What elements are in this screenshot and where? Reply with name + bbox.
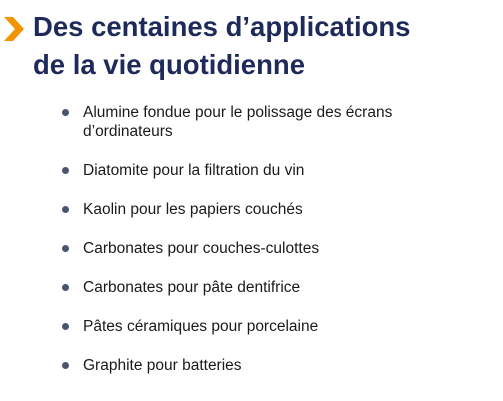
bullet-item-carbonates-dentifrice: Carbonates pour pâte dentifrice [62, 278, 482, 297]
slide-title-line-2: de la vie quotidienne [33, 49, 305, 80]
slide-title-line-1: Des centaines d’applications [33, 11, 411, 42]
bullet-item-graphite: Graphite pour batteries [62, 356, 482, 375]
bullet-text: Carbonates pour pâte dentifrice [83, 279, 301, 296]
bullet-list: Alumine fondue pour le polissage des écr… [62, 103, 482, 395]
bullet-dot-icon [62, 167, 69, 174]
bullet-dot-icon [62, 206, 69, 213]
bullet-text: Diatomite pour la filtration du vin [83, 162, 305, 179]
bullet-item-kaolin: Kaolin pour les papiers couchés [62, 200, 482, 219]
bullet-text: Kaolin pour les papiers couchés [83, 201, 303, 218]
bullet-dot-icon [62, 284, 69, 291]
slide-title: Des centaines d’applications de la vie q… [33, 8, 498, 84]
bullet-item-pates-ceramiques: Pâtes céramiques pour porcelaine [62, 317, 482, 336]
bullet-dot-icon [62, 323, 69, 330]
bullet-text: Carbonates pour couches-culottes [83, 240, 320, 257]
bullet-item-carbonates-couches: Carbonates pour couches-culottes [62, 239, 482, 258]
bullet-text: Alumine fondue pour le polissage des écr… [83, 104, 393, 140]
bullet-dot-icon [62, 109, 69, 116]
bullet-dot-icon [62, 245, 69, 252]
bullet-text: Graphite pour batteries [83, 357, 242, 374]
bullet-dot-icon [62, 362, 69, 369]
bullet-item-diatomite: Diatomite pour la filtration du vin [62, 161, 482, 180]
bullet-text: Pâtes céramiques pour porcelaine [83, 318, 319, 335]
slide: Des centaines d’applications de la vie q… [0, 0, 503, 401]
bullet-item-alumine: Alumine fondue pour le polissage des écr… [62, 103, 482, 141]
chevron-right-icon [4, 17, 24, 41]
